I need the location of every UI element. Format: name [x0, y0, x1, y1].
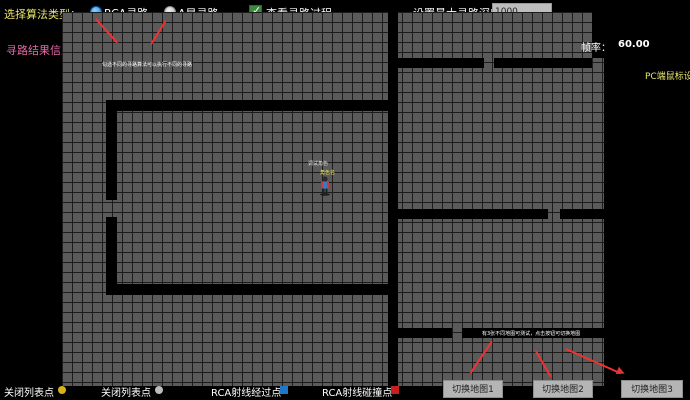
- character-label: 调试角色: [308, 161, 329, 167]
- wall: [106, 100, 388, 111]
- wall: [560, 209, 604, 219]
- character-name: 角色名: [320, 170, 336, 176]
- algorithm-hint: 勾选不同的寻路算法可以执行不同的寻路: [102, 62, 193, 68]
- legend-red-square-icon: [391, 386, 399, 394]
- legend-close-list-1: 关闭列表点: [4, 388, 54, 399]
- wall: [106, 100, 117, 200]
- fps-value: 60.00: [618, 39, 650, 50]
- fps-label: 帧率：: [581, 43, 611, 54]
- wall: [398, 58, 484, 68]
- wall: [398, 209, 548, 219]
- pc-mouse-hint: PC端鼠标设: [645, 72, 690, 82]
- legend-close-list-2: 关闭列表点: [101, 388, 151, 399]
- legend-rca-hit: RCA射线碰撞点: [322, 388, 393, 399]
- switch-map-1-button[interactable]: 切换地图1: [443, 380, 503, 398]
- legend-blue-square-icon: [280, 386, 288, 394]
- wall: [388, 12, 398, 386]
- legend-gray-dot-icon: [155, 386, 163, 394]
- character-sprite[interactable]: [319, 176, 331, 196]
- arrow-head-icon: [615, 366, 627, 378]
- legend-yellow-dot-icon: [58, 386, 66, 394]
- map-switch-hint: 有3张不同地图可测试，点击按钮可切换地图: [482, 331, 581, 337]
- legend-rca-pass: RCA射线经过点: [211, 388, 282, 399]
- wall: [106, 284, 388, 295]
- wall: [398, 328, 452, 338]
- switch-map-2-button[interactable]: 切换地图2: [533, 380, 593, 398]
- switch-map-3-button[interactable]: 切换地图3: [621, 380, 683, 398]
- wall: [494, 58, 592, 68]
